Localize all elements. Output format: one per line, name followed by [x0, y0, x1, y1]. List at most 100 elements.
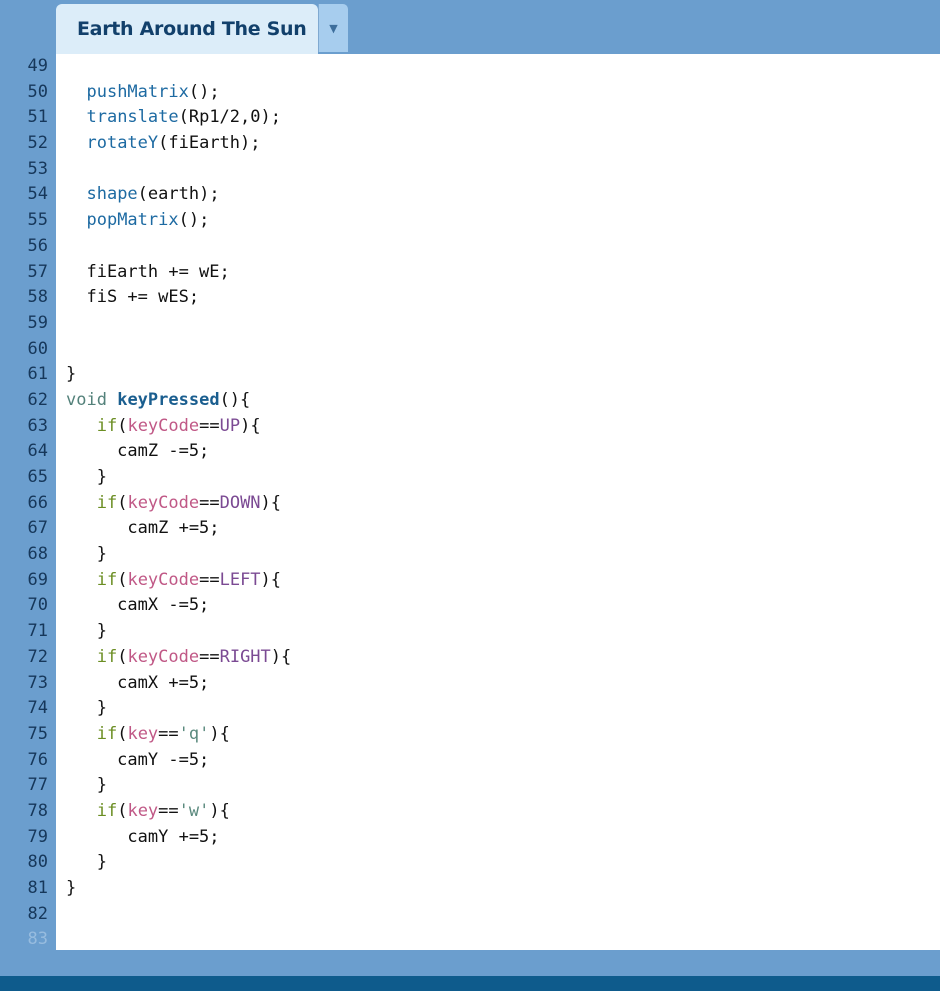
line-number: 52: [27, 133, 48, 154]
code-line: camY -=5;: [66, 748, 291, 774]
code-token: if: [96, 646, 118, 667]
code-editor[interactable]: pushMatrix(); translate(Rp1/2,0); rotate…: [56, 54, 940, 950]
tab-earth-around-the-sun[interactable]: Earth Around The Sun: [56, 4, 318, 54]
code-line: camX -=5;: [66, 593, 291, 619]
code-line: }: [66, 876, 291, 902]
line-numbers: 49 50 51 52 53 54 55 56 57 58 59 60 61 62 63 64 65 66 67 68…: [0, 54, 48, 953]
code-token: keyPressed: [117, 389, 220, 410]
code-line: }: [66, 773, 291, 799]
code-token: ){: [270, 646, 292, 667]
line-number: 66: [27, 492, 48, 513]
line-number: 57: [27, 261, 48, 282]
code-token: (: [117, 723, 128, 744]
code-token: ==: [158, 800, 179, 821]
line-number: 70: [27, 595, 48, 616]
line-number: 62: [27, 389, 48, 410]
code-token: ){: [209, 723, 230, 744]
code-token: keyCode: [127, 569, 200, 590]
line-number: 68: [27, 544, 48, 565]
code-token: DOWN: [219, 492, 261, 513]
code-token: }: [66, 878, 77, 898]
code-line: translate(Rp1/2,0);: [66, 105, 291, 131]
code-token: (fiEarth);: [158, 133, 261, 154]
line-number: 77: [27, 775, 48, 796]
code-token: (: [117, 492, 128, 513]
line-number: 82: [27, 903, 48, 924]
code-token: }: [66, 544, 107, 565]
code-token: (earth);: [137, 184, 220, 205]
code-token: 'w': [178, 800, 210, 821]
line-number: 58: [27, 287, 48, 308]
code-line: camY +=5;: [66, 825, 291, 851]
line-number: 53: [27, 158, 48, 179]
code-token: shape: [86, 184, 138, 205]
code-token: ();: [188, 81, 220, 102]
code-token: ();: [178, 210, 210, 231]
line-number: 73: [27, 672, 48, 693]
code-line: fiEarth += wE;: [66, 260, 291, 286]
tab-bar: Earth Around The Sun ▼: [0, 0, 940, 54]
tab-menu-chevron-down-icon[interactable]: ▼: [318, 4, 348, 52]
code-token: camX +=5;: [66, 672, 210, 693]
code-token: ==: [199, 646, 220, 667]
code-line: void keyPressed(){: [66, 388, 291, 414]
line-number: 65: [27, 467, 48, 487]
code-line: }: [66, 696, 291, 722]
code-line: if(keyCode==RIGHT){: [66, 645, 292, 671]
code-token: }: [66, 775, 107, 796]
code-token: }: [66, 621, 107, 642]
code-token: (: [117, 569, 128, 590]
code-token: fiS += wES;: [66, 287, 200, 308]
code-line: pushMatrix();: [66, 80, 291, 106]
code-line: camZ +=5;: [66, 516, 291, 542]
code-token: LEFT: [219, 569, 261, 590]
code-line: }: [66, 850, 291, 876]
code-token: (: [117, 415, 128, 436]
processing-editor-window: Earth Around The Sun ▼ 49 50 51 52 53 54 55 56 5…: [0, 0, 940, 991]
code-line: }: [66, 619, 291, 645]
code-token: if: [96, 492, 118, 513]
line-number: 64: [27, 441, 48, 462]
code-token: void: [66, 389, 107, 410]
code-token: camX -=5;: [66, 595, 210, 616]
code-token: ==: [158, 723, 179, 744]
code-line: fiS += wES;: [66, 285, 291, 311]
line-number: 81: [27, 878, 48, 898]
line-number: 79: [27, 826, 48, 847]
code-token: keyCode: [127, 492, 200, 513]
code-line: shape(earth);: [66, 182, 291, 208]
code-token: }: [66, 467, 107, 487]
code-token: UP: [219, 415, 241, 436]
code-line: }: [66, 465, 291, 491]
code-token: rotateY: [86, 133, 159, 154]
line-number: 75: [27, 723, 48, 744]
code-token: keyCode: [127, 646, 200, 667]
code-token: keyCode: [127, 415, 200, 436]
tab-title: Earth Around The Sun: [77, 18, 307, 40]
code-token: if: [96, 723, 118, 744]
line-number: 50: [27, 81, 48, 102]
code-token: ==: [199, 492, 220, 513]
line-number: 60: [27, 338, 48, 359]
code-token: translate: [86, 107, 179, 128]
code-token: popMatrix: [86, 210, 179, 231]
line-number: 67: [27, 518, 48, 539]
code-line: camX +=5;: [66, 671, 291, 697]
code-line: }: [66, 542, 291, 568]
code-token: if: [96, 569, 118, 590]
code-token: if: [96, 415, 118, 436]
code-token: camZ -=5;: [66, 441, 210, 462]
code-line: if(keyCode==DOWN){: [66, 491, 291, 517]
code-line: if(keyCode==UP){: [66, 414, 291, 440]
code-token: }: [66, 852, 107, 873]
